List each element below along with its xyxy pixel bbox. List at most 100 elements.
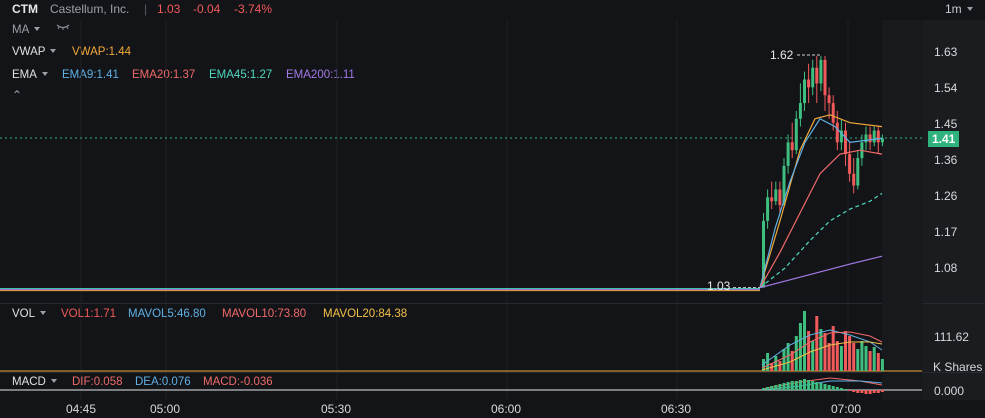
- macd-histogram-bar: [868, 390, 872, 394]
- candle-body: [774, 189, 778, 202]
- macd-histogram-bar: [852, 390, 856, 392]
- candle-body: [864, 134, 868, 143]
- time-tick: 04:45: [66, 402, 97, 416]
- mavol10-value: MAVOL10:73.80: [222, 308, 307, 320]
- candle-body: [807, 79, 811, 88]
- candle-body: [876, 130, 880, 143]
- candle-body: [798, 103, 802, 119]
- macd-histogram-bar: [807, 380, 811, 390]
- macd-histogram-bar: [790, 381, 794, 390]
- candle-body: [852, 173, 856, 186]
- candle-body: [770, 197, 774, 202]
- candle-body: [827, 95, 831, 104]
- volume-bar: [868, 351, 872, 371]
- macd-dif-value: DIF:0.058: [72, 376, 123, 388]
- vol-toggle[interactable]: VOL: [12, 307, 47, 321]
- volume-bar: [864, 346, 868, 371]
- macd-toggle[interactable]: MACD: [12, 375, 57, 389]
- macd-histogram-bar: [819, 383, 823, 390]
- macd-histogram-bar: [839, 388, 843, 390]
- chevron-down-icon: [40, 311, 47, 315]
- volume-bar: [835, 341, 839, 371]
- macd-axis-value: 0.000: [934, 384, 965, 398]
- low-annotation: 1.03: [707, 279, 731, 293]
- volume-bar: [852, 343, 856, 371]
- macd-histogram-bar: [786, 382, 790, 390]
- volume-bar: [819, 329, 823, 371]
- volume-bar: [848, 336, 852, 371]
- macd-histogram-bar: [803, 379, 806, 390]
- macd-value: MACD:-0.036: [203, 376, 273, 388]
- macd-histogram-bar: [876, 390, 880, 393]
- candle-body: [794, 118, 798, 151]
- time-tick: 05:30: [321, 402, 352, 416]
- macd-histogram-bar: [835, 387, 839, 390]
- volume-bar: [860, 341, 864, 371]
- time-tick: 05:00: [150, 402, 181, 416]
- high-annotation: 1.62: [770, 48, 794, 62]
- vol-axis-unit: K Shares: [933, 360, 983, 374]
- candle-body: [790, 142, 794, 151]
- current-price-tag: 1.41: [928, 131, 960, 147]
- candle-body: [811, 67, 815, 88]
- macd-histogram-bar: [794, 381, 798, 390]
- volume-bar: [807, 331, 811, 371]
- volume-bar: [811, 341, 815, 371]
- candle-body: [819, 59, 823, 84]
- volume-bar: [880, 359, 884, 371]
- candle-body: [835, 122, 839, 143]
- candle-body: [766, 197, 770, 221]
- volume-bar: [827, 343, 831, 371]
- macd-histogram-bar: [774, 385, 778, 390]
- mavol20-value: MAVOL20:84.38: [323, 308, 408, 320]
- volume-bar: [844, 331, 847, 371]
- volume-bar: [782, 349, 786, 371]
- candle-body: [815, 67, 819, 84]
- candle-body: [778, 189, 782, 206]
- macd-histogram-bar: [864, 390, 868, 394]
- ema45-line: [759, 192, 883, 289]
- ema200-line: [759, 255, 883, 289]
- macd-histogram-bar: [770, 386, 774, 390]
- candle-body: [831, 103, 835, 123]
- candle-body: [786, 142, 790, 166]
- time-tick: 06:30: [661, 402, 692, 416]
- volume-bar: [872, 347, 876, 371]
- time-axis[interactable]: 04:45 05:00 05:30 06:00 06:30 07:00: [0, 400, 985, 418]
- macd-histogram-bar: [766, 387, 770, 390]
- macd-histogram-bar: [872, 390, 876, 393]
- candle-body: [872, 130, 876, 143]
- candle-body: [868, 134, 872, 143]
- volume-bar: [803, 311, 806, 371]
- macd-histogram-bar: [815, 382, 819, 390]
- time-tick: 06:00: [491, 402, 522, 416]
- macd-histogram-bar: [762, 388, 765, 390]
- candle-body: [848, 154, 852, 174]
- volume-bar: [774, 356, 778, 371]
- macd-histogram-bar: [848, 390, 852, 391]
- time-tick: 07:00: [831, 402, 862, 416]
- volume-bar: [856, 349, 860, 371]
- active-bar-highlight: [882, 20, 922, 400]
- chevron-down-icon: [50, 379, 57, 383]
- macd-histogram-bar: [798, 380, 802, 390]
- macd-histogram-bar: [860, 390, 864, 393]
- macd-label: MACD: [12, 376, 46, 388]
- volume-bar: [839, 346, 843, 371]
- volume-bar: [778, 361, 782, 371]
- candle-body: [803, 79, 806, 104]
- volume-bar: [876, 353, 880, 371]
- volume-bar: [815, 316, 819, 371]
- price-chart[interactable]: [0, 0, 985, 418]
- macd-histogram-bar: [827, 385, 831, 390]
- volume-bar: [823, 333, 827, 371]
- macd-histogram-bar: [782, 383, 786, 390]
- candle-body: [823, 59, 827, 96]
- macd-histogram-bar: [778, 384, 782, 390]
- candle-body: [844, 130, 847, 155]
- macd-histogram-bar: [831, 386, 835, 390]
- vol1-value: VOL1:1.71: [61, 308, 116, 320]
- macd-histogram-bar: [856, 390, 860, 393]
- macd-histogram-bar: [844, 389, 847, 390]
- macd-dea-value: DEA:0.076: [135, 376, 191, 388]
